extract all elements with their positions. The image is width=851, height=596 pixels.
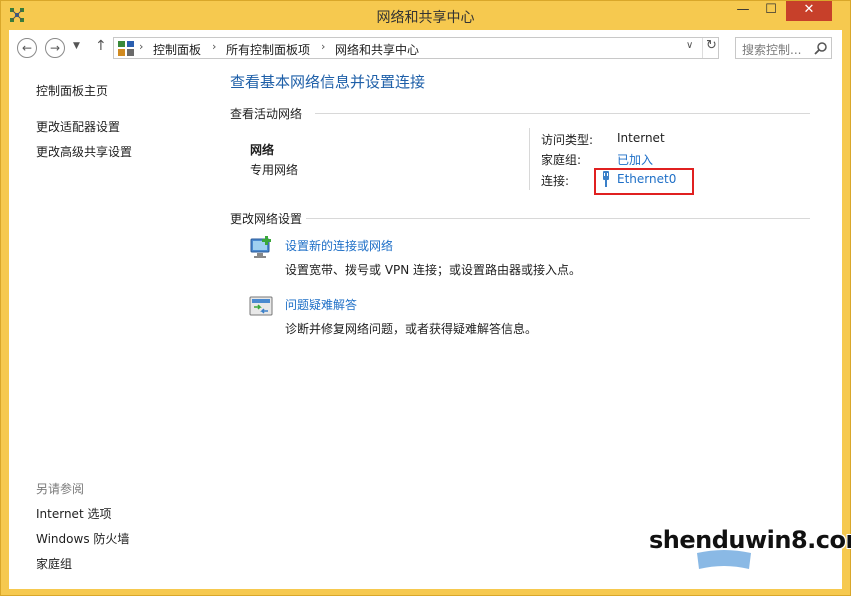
see-also-homegroup[interactable]: 家庭组 <box>36 555 72 572</box>
divider <box>315 113 810 114</box>
highlight-box <box>594 168 694 195</box>
breadcrumb-separator[interactable]: › <box>321 40 325 53</box>
minimize-button[interactable]: — <box>729 1 757 21</box>
recent-locations-button[interactable]: ▼ <box>73 41 80 51</box>
search-icon[interactable] <box>814 41 828 55</box>
maximize-button[interactable]: ☐ <box>757 1 785 21</box>
close-button[interactable]: ✕ <box>786 1 832 21</box>
see-also-heading: 另请参阅 <box>36 482 85 496</box>
troubleshoot-link[interactable]: 问题疑难解答 <box>285 296 357 313</box>
divider <box>529 128 530 190</box>
page-title: 查看基本网络信息并设置连接 <box>230 73 426 91</box>
address-dropdown-button[interactable]: ∨ <box>686 40 693 51</box>
navigation-bar: ← → ▼ ↑ › 控制面板 › 所有控制面板项 › 网络和共享中心 ∨ ↻ 搜… <box>9 30 842 65</box>
breadcrumb-all-items[interactable]: 所有控制面板项 <box>226 41 310 58</box>
watermark-text: shenduwin8.com <box>649 526 851 554</box>
setup-new-connection-link[interactable]: 设置新的连接或网络 <box>285 237 393 254</box>
window: 网络和共享中心 — ☐ ✕ ← → ▼ ↑ › 控制面板 › 所有控制面板项 ›… <box>0 0 851 596</box>
sidebar-item-advanced-sharing[interactable]: 更改高级共享设置 <box>36 143 132 160</box>
breadcrumb-separator[interactable]: › <box>139 40 143 53</box>
content-area: ← → ▼ ↑ › 控制面板 › 所有控制面板项 › 网络和共享中心 ∨ ↻ 搜… <box>9 30 842 589</box>
search-box[interactable]: 搜索控制... <box>735 37 832 59</box>
sidebar-item-home[interactable]: 控制面板主页 <box>36 82 108 99</box>
setup-new-connection-desc: 设置宽带、拨号或 VPN 连接；或设置路由器或接入点。 <box>285 263 582 277</box>
up-button[interactable]: ↑ <box>95 38 107 54</box>
breadcrumb-separator[interactable]: › <box>212 40 216 53</box>
homegroup-link[interactable]: 已加入 <box>617 151 653 168</box>
breadcrumb-network-center[interactable]: 网络和共享中心 <box>335 41 419 58</box>
connection-label: 连接: <box>541 174 570 188</box>
active-networks-heading: 查看活动网络 <box>230 107 303 121</box>
divider <box>306 218 810 219</box>
new-connection-icon <box>250 236 271 258</box>
change-settings-heading: 更改网络设置 <box>230 212 303 226</box>
control-panel-icon <box>118 41 134 56</box>
troubleshoot-desc: 诊断并修复网络问题，或者获得疑难解答信息。 <box>285 322 538 336</box>
breadcrumb-control-panel[interactable]: 控制面板 <box>153 41 201 58</box>
troubleshoot-icon <box>249 296 273 316</box>
address-bar[interactable]: › 控制面板 › 所有控制面板项 › 网络和共享中心 ∨ ↻ <box>113 37 719 59</box>
see-also-windows-firewall[interactable]: Windows 防火墙 <box>36 530 129 547</box>
access-type-label: 访问类型: <box>541 133 594 147</box>
network-name: 网络 <box>250 143 275 157</box>
forward-button[interactable]: → <box>45 38 65 58</box>
title-bar: 网络和共享中心 — ☐ ✕ <box>1 1 850 30</box>
access-type-value: Internet <box>617 131 665 145</box>
network-type[interactable]: 专用网络 <box>250 161 298 178</box>
refresh-button[interactable]: ↻ <box>702 38 720 58</box>
window-title: 网络和共享中心 <box>376 10 475 26</box>
sidebar-item-adapter-settings[interactable]: 更改适配器设置 <box>36 118 120 135</box>
search-input[interactable]: 搜索控制... <box>742 41 801 58</box>
homegroup-label: 家庭组: <box>541 153 582 167</box>
see-also-internet-options[interactable]: Internet 选项 <box>36 505 111 522</box>
back-button[interactable]: ← <box>17 38 37 58</box>
